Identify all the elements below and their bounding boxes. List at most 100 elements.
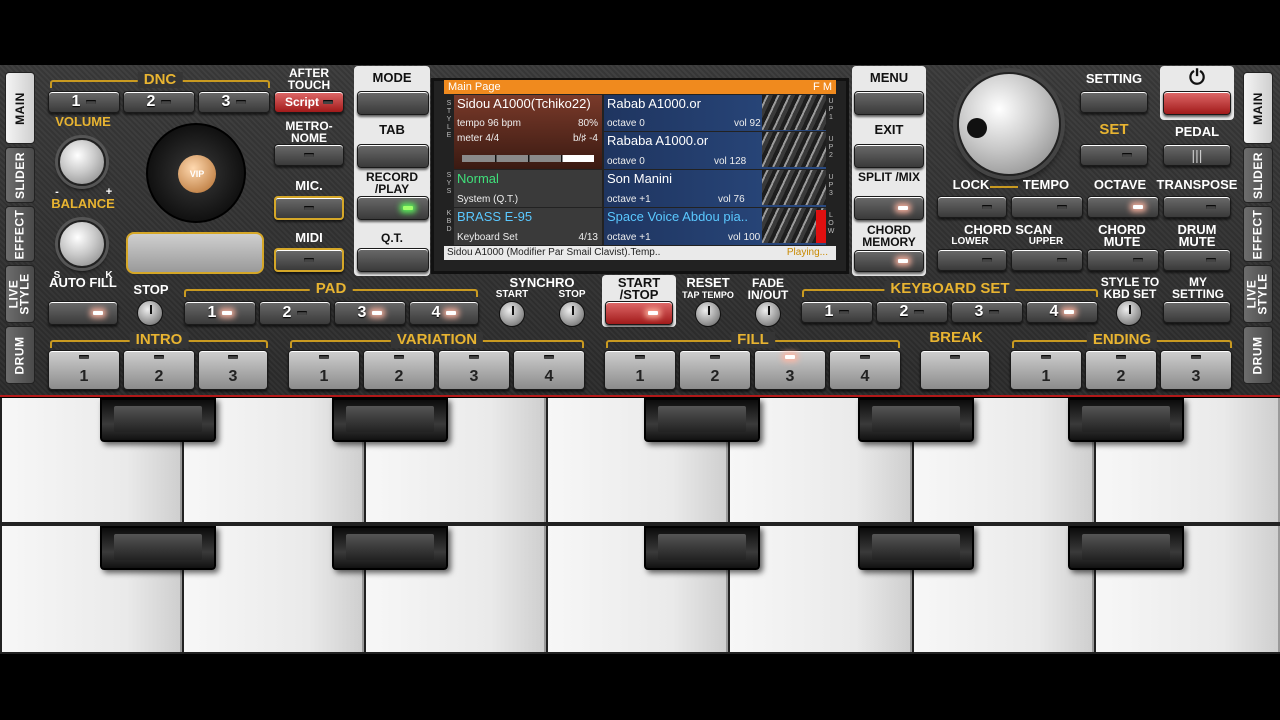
lcd-upper1-cell[interactable]: Rabab A1000.or octave 0 vol 92 [604, 95, 826, 131]
lcd-kbd-cell[interactable]: BRASS E-95 Keyboard Set 4/13 [454, 208, 602, 245]
style-to-kbd-knob[interactable] [1116, 300, 1142, 326]
lcd-lower-cell[interactable]: Space Voice Abdou pia.. octave +1 vol 10… [604, 208, 826, 245]
pad-button-2[interactable]: 2 [259, 301, 331, 325]
kbd-set-button-2[interactable]: 2 [876, 301, 948, 323]
tab-effect-right[interactable]: EFFECT [1243, 206, 1273, 262]
variation-button-1[interactable]: 1 [288, 350, 360, 390]
black-key[interactable] [100, 526, 216, 570]
auto-fill-button[interactable] [48, 301, 118, 325]
chord-mute-button[interactable] [1087, 249, 1159, 271]
tab-main-left[interactable]: MAIN [5, 72, 35, 144]
tab-live-style-right[interactable]: LIVE STYLE [1243, 265, 1273, 323]
variation-button-2[interactable]: 2 [363, 350, 435, 390]
lcd-upper2-cell[interactable]: Rababa A1000.or octave 0 vol 128 [604, 132, 826, 169]
tab-effect-left[interactable]: EFFECT [5, 206, 35, 262]
setting-button[interactable] [1080, 91, 1148, 113]
synchro-stop-knob[interactable] [559, 301, 585, 327]
fill-button-2[interactable]: 2 [679, 350, 751, 390]
tab-drum-left[interactable]: DRUM [5, 326, 35, 384]
set-button[interactable] [1080, 144, 1148, 166]
mode-button[interactable] [357, 91, 429, 115]
variation-button-4[interactable]: 4 [513, 350, 585, 390]
black-key[interactable] [100, 398, 216, 442]
ending-button-1[interactable]: 1 [1010, 350, 1082, 390]
data-dial[interactable] [957, 72, 1061, 176]
my-setting-button[interactable] [1163, 301, 1231, 323]
tab-slider-right[interactable]: SLIDER [1243, 147, 1273, 203]
tap-tempo-label: TAP TEMPO [682, 290, 734, 300]
chord-scan-upper-button[interactable] [1011, 249, 1083, 271]
black-key[interactable] [1068, 526, 1184, 570]
mic-button[interactable] [274, 196, 344, 220]
led [372, 311, 383, 315]
touch-pad[interactable] [126, 232, 264, 274]
fill-button-3[interactable]: 3 [754, 350, 826, 390]
black-key[interactable] [858, 398, 974, 442]
dnc-label: DNC [137, 72, 183, 88]
volume-knob[interactable] [58, 138, 106, 186]
fade-knob[interactable] [755, 301, 781, 327]
black-key[interactable] [332, 398, 448, 442]
fill-button-1[interactable]: 1 [604, 350, 676, 390]
synchro-stop-label: STOP [558, 289, 586, 300]
tab-main-right[interactable]: MAIN [1243, 72, 1273, 144]
metronome-button[interactable] [274, 144, 344, 166]
qt-button[interactable] [357, 248, 429, 272]
break-button[interactable] [920, 350, 990, 390]
power-button[interactable] [1163, 91, 1231, 115]
tab-live-style-left[interactable]: LIVE STYLE [5, 265, 35, 323]
pad-button-1[interactable]: 1 [184, 301, 256, 325]
pad-stop-knob[interactable] [137, 300, 163, 326]
variation-button-3[interactable]: 3 [438, 350, 510, 390]
pad-button-4[interactable]: 4 [409, 301, 479, 325]
tab-button[interactable] [357, 144, 429, 168]
kbd-set-button-3[interactable]: 3 [951, 301, 1023, 323]
midi-button[interactable] [274, 248, 344, 272]
lock-button[interactable] [937, 196, 1007, 218]
lcd-style-cell[interactable]: Sidou A1000(Tchiko22) tempo 96 bpm 80% m… [454, 95, 602, 169]
record-play-button[interactable] [357, 196, 429, 220]
kbd-set-button-1[interactable]: 1 [801, 301, 873, 323]
menu-button[interactable] [854, 91, 924, 115]
intro-button-3[interactable]: 3 [198, 350, 268, 390]
intro-button-1[interactable]: 1 [48, 350, 120, 390]
ending-button-3[interactable]: 3 [1160, 350, 1232, 390]
script-button[interactable]: Script [274, 91, 344, 113]
dnc-button-2[interactable]: 2 [123, 91, 195, 113]
drum-mute-button[interactable] [1163, 249, 1231, 271]
ending-button-2[interactable]: 2 [1085, 350, 1157, 390]
black-key[interactable] [644, 398, 760, 442]
fill-button-4[interactable]: 4 [829, 350, 901, 390]
black-key[interactable] [644, 526, 760, 570]
start-stop-button[interactable] [605, 301, 673, 325]
chord-memory-button[interactable] [854, 250, 924, 272]
dnc-button-1[interactable]: 1 [48, 91, 120, 113]
split-mix-button[interactable] [854, 196, 924, 220]
tempo-button[interactable] [1011, 196, 1083, 218]
black-key[interactable] [1068, 398, 1184, 442]
kbd-set-button-4[interactable]: 4 [1026, 301, 1098, 323]
tab-drum-right[interactable]: DRUM [1243, 326, 1273, 384]
octave-button[interactable] [1087, 196, 1159, 218]
pedal-button[interactable]: ||| [1163, 144, 1231, 166]
synchro-start-knob[interactable] [499, 301, 525, 327]
pad-button-3[interactable]: 3 [334, 301, 406, 325]
intro-button-2[interactable]: 2 [123, 350, 195, 390]
led [446, 311, 457, 315]
exit-button[interactable] [854, 144, 924, 168]
tab-label: SLIDER [1250, 151, 1265, 199]
balance-knob[interactable] [58, 220, 106, 268]
lcd-upper3-cell[interactable]: Son Manini octave +1 vol 76 [604, 170, 826, 207]
jog-wheel[interactable]: VIP [146, 123, 246, 223]
keyboard-set-label: KEYBOARD SET [884, 281, 1016, 297]
chord-scan-lower-button[interactable] [937, 249, 1007, 271]
black-key[interactable] [858, 526, 974, 570]
lower-vol: vol 100 [728, 232, 761, 243]
dnc-button-3[interactable]: 3 [198, 91, 270, 113]
tab-label: LIVE STYLE [1245, 273, 1271, 315]
reset-knob[interactable] [695, 301, 721, 327]
tab-slider-left[interactable]: SLIDER [5, 147, 35, 203]
transpose-button[interactable] [1163, 196, 1231, 218]
black-key[interactable] [332, 526, 448, 570]
lcd-system-cell[interactable]: Normal System (Q.T.) [454, 170, 602, 207]
